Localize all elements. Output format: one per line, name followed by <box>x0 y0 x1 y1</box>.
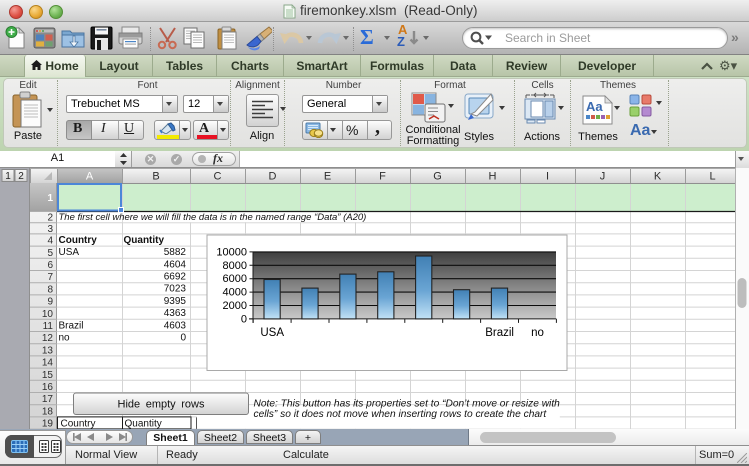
svg-text:B: B <box>152 171 159 183</box>
svg-text:1: 1 <box>47 193 53 204</box>
svg-text:Country: Country <box>59 235 98 246</box>
svg-text:1: 1 <box>5 171 11 182</box>
svg-text:6692: 6692 <box>164 272 187 283</box>
svg-text:5: 5 <box>47 248 53 259</box>
svg-text:Quantity: Quantity <box>125 418 162 429</box>
svg-text:12: 12 <box>42 333 54 344</box>
svg-text:K: K <box>654 171 662 183</box>
svg-text:USA: USA <box>59 247 80 258</box>
svg-text:0: 0 <box>241 313 247 325</box>
svg-text:cells” so it does not move whe: cells” so it does not move when insertin… <box>254 409 548 420</box>
svg-text:6000: 6000 <box>223 273 247 285</box>
svg-text:17: 17 <box>42 394 54 405</box>
svg-text:18: 18 <box>42 406 54 417</box>
svg-text:2000: 2000 <box>223 300 247 312</box>
svg-text:4000: 4000 <box>223 287 247 299</box>
svg-text:D: D <box>269 171 277 183</box>
svg-text:J: J <box>600 171 606 183</box>
svg-text:The first cell where we will f: The first cell where we will fill the da… <box>59 212 367 223</box>
svg-text:G: G <box>433 171 442 183</box>
svg-text:4363: 4363 <box>164 308 187 319</box>
svg-text:15: 15 <box>42 370 54 381</box>
svg-text:7: 7 <box>47 272 53 283</box>
svg-text:11: 11 <box>43 321 54 332</box>
svg-text:H: H <box>489 171 497 183</box>
svg-text:6: 6 <box>47 260 53 271</box>
svg-text:Note: This button has its prop: Note: This button has its properties set… <box>254 399 561 410</box>
svg-text:Aa: Aa <box>586 99 603 114</box>
svg-text:14: 14 <box>42 358 54 369</box>
svg-text:2: 2 <box>18 171 24 182</box>
svg-text:Quantity: Quantity <box>124 235 165 246</box>
svg-text:Hide empty rows: Hide empty rows <box>118 399 205 411</box>
svg-text:E: E <box>324 171 331 183</box>
svg-text:A: A <box>86 171 94 183</box>
svg-text:4: 4 <box>47 236 53 247</box>
svg-text:Brazil: Brazil <box>485 327 514 339</box>
svg-text:10: 10 <box>42 309 54 320</box>
svg-text:16: 16 <box>42 382 54 393</box>
svg-text:3: 3 <box>47 224 53 235</box>
svg-text:4603: 4603 <box>164 320 187 331</box>
svg-text:Brazil: Brazil <box>59 320 84 331</box>
svg-text:10000: 10000 <box>216 246 247 258</box>
svg-text:no: no <box>59 333 71 344</box>
svg-text:L: L <box>709 171 715 183</box>
svg-text:4604: 4604 <box>164 259 187 270</box>
svg-text:0: 0 <box>180 333 186 344</box>
svg-text:9: 9 <box>47 297 53 308</box>
svg-text:9395: 9395 <box>164 296 187 307</box>
svg-text:Country: Country <box>61 418 96 429</box>
svg-text:8: 8 <box>47 284 53 295</box>
svg-text:7023: 7023 <box>164 284 187 295</box>
svg-text:13: 13 <box>42 345 54 356</box>
svg-text:no: no <box>531 327 544 339</box>
svg-text:F: F <box>379 171 386 183</box>
svg-text:I: I <box>546 171 549 183</box>
svg-text:C: C <box>214 171 222 183</box>
svg-text:19: 19 <box>42 419 54 429</box>
svg-text:5882: 5882 <box>164 247 187 258</box>
svg-text:2: 2 <box>47 213 53 224</box>
svg-text:USA: USA <box>260 327 284 339</box>
svg-text:8000: 8000 <box>223 260 247 272</box>
